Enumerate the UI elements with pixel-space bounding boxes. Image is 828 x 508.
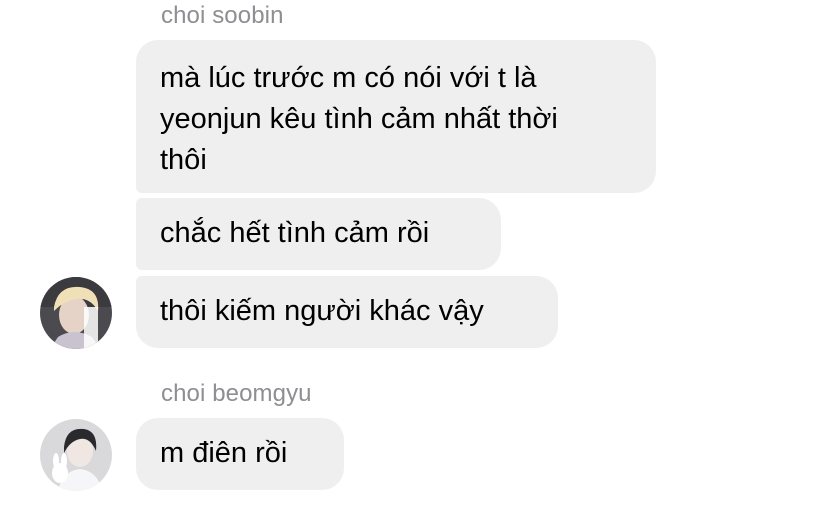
- message-bubble-4[interactable]: m điên rồi: [136, 418, 344, 490]
- message-text: m điên rồi: [160, 437, 288, 469]
- message-line: thôi: [160, 144, 207, 176]
- message-bubble-1[interactable]: mà lúc trước m có nói với t là yeonjun k…: [136, 40, 656, 193]
- profile-photo-icon: [40, 277, 112, 349]
- message-line: yeonjun kêu tình cảm nhất thời: [160, 103, 558, 135]
- sender-name-beomgyu: choi beomgyu: [161, 380, 312, 407]
- message-bubble-3[interactable]: thôi kiếm người khác vậy: [136, 276, 558, 348]
- avatar-beomgyu[interactable]: [40, 419, 112, 491]
- sender-name-soobin: choi soobin: [161, 2, 284, 29]
- message-line: mà lúc trước m có nói với t là: [160, 62, 537, 94]
- message-text: thôi kiếm người khác vậy: [160, 295, 484, 327]
- avatar-soobin[interactable]: [40, 277, 112, 349]
- message-bubble-2[interactable]: chắc hết tình cảm rồi: [136, 198, 501, 270]
- message-text: chắc hết tình cảm rồi: [160, 217, 430, 249]
- profile-photo-icon: [40, 419, 112, 491]
